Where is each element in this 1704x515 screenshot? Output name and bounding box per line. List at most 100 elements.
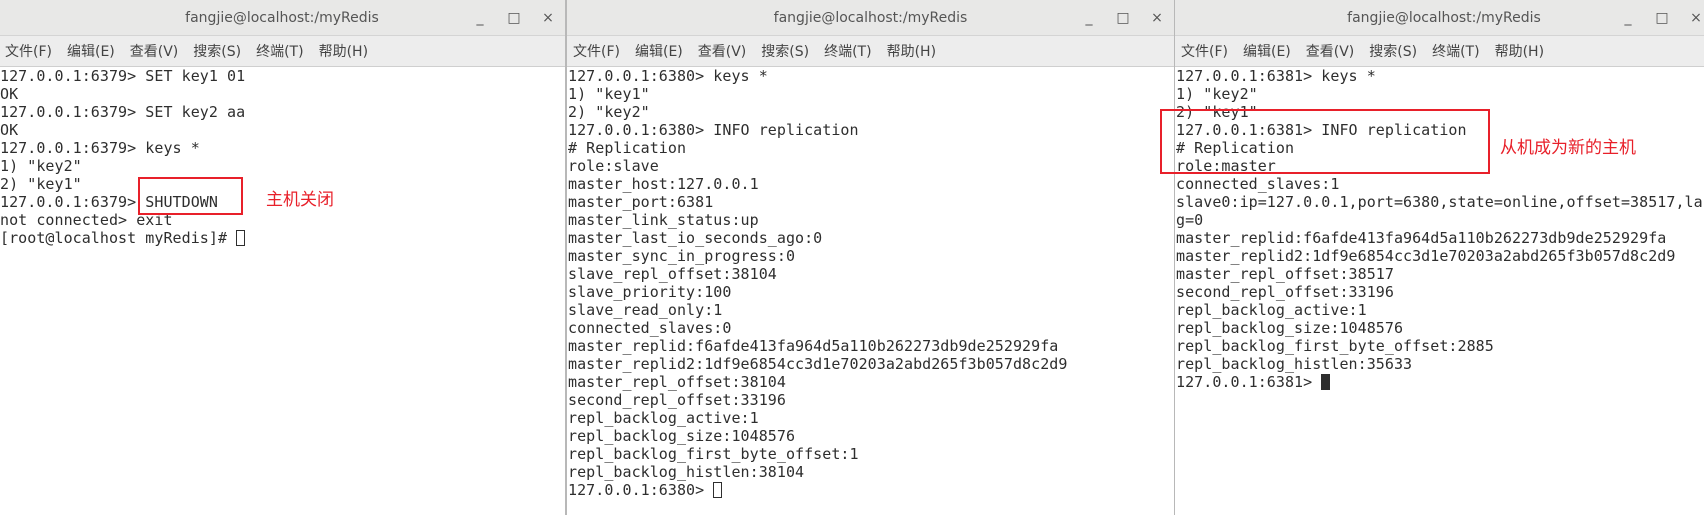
close-button[interactable]: × [1689, 10, 1703, 26]
maximize-button[interactable]: □ [507, 10, 521, 26]
terminal-line: repl_backlog_size:1048576 [568, 427, 1174, 445]
terminal-line-text: repl_backlog_histlen:35633 [1176, 355, 1413, 373]
terminal-line-text: 1) "key1" [568, 85, 650, 103]
terminal-line: second_repl_offset:33196 [1176, 283, 1704, 301]
terminal-line: master_replid:f6afde413fa964d5a110b26227… [1176, 229, 1704, 247]
terminal-line: 127.0.0.1:6379> SET key1 01 [0, 67, 565, 85]
terminal-line-text: 127.0.0.1:6380> keys * [568, 67, 768, 85]
terminal-line: repl_backlog_active:1 [1176, 301, 1704, 319]
terminal-line-text: connected_slaves:1 [1176, 175, 1340, 193]
terminal-line: master_sync_in_progress:0 [568, 247, 1174, 265]
terminal-line-text: master_repl_offset:38517 [1176, 265, 1394, 283]
menu-view[interactable]: 查看(V) [1306, 41, 1355, 61]
terminal-line: repl_backlog_first_byte_offset:1 [568, 445, 1174, 463]
terminal-line-text: repl_backlog_size:1048576 [568, 427, 796, 445]
terminal-line: 127.0.0.1:6381> [1176, 373, 1704, 391]
terminal-line-text: 127.0.0.1:6379> SET key2 aa [0, 103, 246, 121]
menu-edit[interactable]: 编辑(E) [67, 41, 115, 61]
maximize-button[interactable]: □ [1655, 10, 1669, 26]
terminal-line-text: repl_backlog_first_byte_offset:1 [568, 445, 859, 463]
menu-terminal[interactable]: 终端(T) [256, 41, 303, 61]
terminal-window-slave-6380: fangjie@localhost:/myRedis _ □ × 文件(F) 编辑(E) 查… [566, 0, 1175, 515]
terminal-line-text: g=0 [1176, 211, 1204, 229]
minimize-button[interactable]: _ [1621, 10, 1635, 26]
title-bar[interactable]: fangjie@localhost:/myRedis _ □ × [0, 0, 565, 36]
maximize-button[interactable]: □ [1116, 10, 1130, 26]
terminal-line-text: 127.0.0.1:6380> INFO replication [568, 121, 859, 139]
terminal-line: role:slave [568, 157, 1174, 175]
terminal-line-text: repl_backlog_active:1 [568, 409, 759, 427]
terminal-cursor [236, 230, 246, 246]
terminal-line: 127.0.0.1:6380> INFO replication [568, 121, 1174, 139]
terminal-line-text: slave0:ip=127.0.0.1,port=6380,state=onli… [1176, 193, 1703, 211]
menu-view[interactable]: 查看(V) [698, 41, 747, 61]
terminal-cursor [1321, 374, 1331, 390]
menu-file[interactable]: 文件(F) [573, 41, 620, 61]
terminal-line-text: master_repl_offset:38104 [568, 373, 786, 391]
title-bar[interactable]: fangjie@localhost:/myRedis _ □ × [1175, 0, 1704, 36]
terminal-output[interactable]: 127.0.0.1:6379> SET key1 01 OK 127.0.0.1:6… [0, 67, 565, 515]
annotation-master-shutdown: 主机关闭 [266, 190, 334, 210]
terminal-line: master_last_io_seconds_ago:0 [568, 229, 1174, 247]
terminal-output[interactable]: 127.0.0.1:6380> keys * 1) "key1" 2) "key2"… [567, 67, 1174, 515]
terminal-line: repl_backlog_histlen:38104 [568, 463, 1174, 481]
terminal-line-text: repl_backlog_histlen:38104 [568, 463, 805, 481]
terminal-line: 127.0.0.1:6379> keys * [0, 139, 565, 157]
terminal-line: 1) "key2" [1176, 85, 1704, 103]
terminal-line-text: connected_slaves:0 [568, 319, 732, 337]
terminal-line: repl_backlog_first_byte_offset:2885 [1176, 337, 1704, 355]
menu-search[interactable]: 搜索(S) [761, 41, 809, 61]
menu-help[interactable]: 帮助(H) [1495, 41, 1544, 61]
minimize-button[interactable]: _ [1082, 10, 1096, 26]
terminal-line-text: master_port:6381 [568, 193, 714, 211]
terminal-line: 127.0.0.1:6379> SET key2 aa [0, 103, 565, 121]
menu-terminal[interactable]: 终端(T) [824, 41, 871, 61]
menu-help[interactable]: 帮助(H) [319, 41, 368, 61]
terminal-line-text: slave_read_only:1 [568, 301, 723, 319]
terminal-line-text: 1) "key2" [0, 157, 82, 175]
terminal-line-text: OK [0, 121, 19, 139]
terminal-line: 127.0.0.1:6381> keys * [1176, 67, 1704, 85]
menu-help[interactable]: 帮助(H) [887, 41, 936, 61]
terminal-line: not connected> exit [0, 211, 565, 229]
terminal-line: 1) "key1" [568, 85, 1174, 103]
menu-file[interactable]: 文件(F) [1181, 41, 1228, 61]
terminal-line: master_link_status:up [568, 211, 1174, 229]
role-master-highlight-box [1160, 109, 1490, 174]
shutdown-highlight-box [138, 177, 243, 215]
terminal-line-text: master_replid:f6afde413fa964d5a110b26227… [1176, 229, 1667, 247]
menu-search[interactable]: 搜索(S) [1369, 41, 1417, 61]
terminal-line-text: master_link_status:up [568, 211, 759, 229]
terminal-line: [root@localhost myRedis]# [0, 229, 565, 247]
terminal-line-text: master_replid2:1df9e6854cc3d1e70203a2abd… [1176, 247, 1676, 265]
menu-edit[interactable]: 编辑(E) [1243, 41, 1291, 61]
terminal-line: slave_priority:100 [568, 283, 1174, 301]
terminal-line-text: 127.0.0.1:6379> keys * [0, 139, 200, 157]
menu-view[interactable]: 查看(V) [130, 41, 179, 61]
close-button[interactable]: × [1150, 10, 1164, 26]
menu-bar: 文件(F) 编辑(E) 查看(V) 搜索(S) 终端(T) 帮助(H) [0, 36, 565, 67]
close-button[interactable]: × [541, 10, 555, 26]
terminal-line-text: 127.0.0.1:6381> [1176, 373, 1322, 391]
minimize-button[interactable]: _ [473, 10, 487, 26]
terminal-line: master_replid2:1df9e6854cc3d1e70203a2abd… [1176, 247, 1704, 265]
terminal-line-text: slave_priority:100 [568, 283, 732, 301]
menu-edit[interactable]: 编辑(E) [635, 41, 683, 61]
terminal-line: OK [0, 85, 565, 103]
terminal-line: connected_slaves:0 [568, 319, 1174, 337]
annotation-slave-becomes-master: 从机成为新的主机 [1500, 138, 1636, 158]
terminal-line: slave_read_only:1 [568, 301, 1174, 319]
terminal-line-text: repl_backlog_first_byte_offset:2885 [1176, 337, 1494, 355]
terminal-line-text: master_host:127.0.0.1 [568, 175, 759, 193]
terminal-line-text: # Replication [568, 139, 687, 157]
menu-terminal[interactable]: 终端(T) [1432, 41, 1479, 61]
terminal-line: OK [0, 121, 565, 139]
terminal-line-text: repl_backlog_size:1048576 [1176, 319, 1404, 337]
title-bar[interactable]: fangjie@localhost:/myRedis _ □ × [567, 0, 1174, 36]
terminal-window-new-master-6381: fangjie@localhost:/myRedis _ □ × 文件(F) 编辑(E) 查… [1174, 0, 1704, 515]
menu-search[interactable]: 搜索(S) [193, 41, 241, 61]
menu-file[interactable]: 文件(F) [5, 41, 52, 61]
terminal-line-text: master_replid2:1df9e6854cc3d1e70203a2abd… [568, 355, 1068, 373]
terminal-line: 127.0.0.1:6380> keys * [568, 67, 1174, 85]
terminal-line-text: second_repl_offset:33196 [568, 391, 786, 409]
